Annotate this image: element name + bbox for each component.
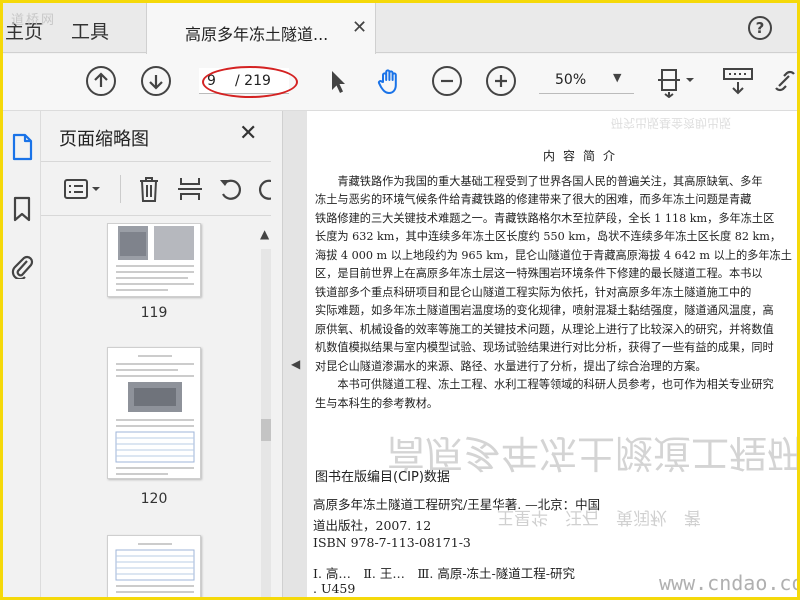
thumbnail-page-number: 119 bbox=[140, 305, 168, 321]
divider bbox=[41, 215, 271, 216]
paragraph-line: 铁道部多个重点科研项目和昆仑山隧道工程实际为依托，针对高原多年冻土隧道施工中的 bbox=[315, 286, 752, 299]
paragraph-line: 区，是目前世界上在高原多年冻土层这一特殊围岩环境条件下修建的最长隧道工程。本书以 bbox=[315, 267, 763, 280]
page-thumbnail[interactable] bbox=[107, 347, 201, 479]
keyboard-scroll-icon[interactable] bbox=[721, 66, 755, 96]
site-watermark: www.cndao.com bbox=[659, 571, 797, 595]
paragraph-line: 原供氧、机械设备的效率等施工的关键技术问题，从理论上进行了比较深入的研究，并将数… bbox=[315, 323, 774, 336]
paragraph-line: 实际难题，如多年冻土隧道围岩温度场的变化规律，喷射混凝土黏结强度，隧道通风温度，… bbox=[315, 304, 774, 317]
paragraph-line: 长度为 632 km，其中连续多年冻土区长度约 550 km，岛状不连续多年冻土… bbox=[315, 230, 782, 243]
chevron-up-icon[interactable]: ▲ bbox=[260, 227, 269, 241]
attachment-icon[interactable] bbox=[9, 251, 35, 279]
select-pointer-icon[interactable] bbox=[323, 66, 353, 96]
tab-document[interactable]: 高原多年冻土隧道... ✕ bbox=[146, 3, 376, 54]
zoom-out-icon[interactable] bbox=[432, 66, 462, 96]
panel-title: 页面缩略图 bbox=[59, 129, 149, 150]
extract-page-icon[interactable] bbox=[177, 175, 203, 203]
left-rail bbox=[3, 111, 41, 597]
hand-tool-icon[interactable] bbox=[375, 66, 405, 96]
cip-line: 道出版社，2007. 12 bbox=[313, 518, 432, 533]
link-icon[interactable] bbox=[773, 66, 797, 96]
scrollbar-track[interactable] bbox=[261, 249, 271, 597]
chevron-down-icon: ▼ bbox=[613, 71, 622, 84]
paragraph-line: 生与本科生的参考教材。 bbox=[315, 397, 439, 410]
page-thumbnail[interactable] bbox=[107, 535, 201, 597]
document-page: 研究出版基金资助出版 内容简介 青藏铁路作为我国的重大基础工程受到了世界各国人民… bbox=[307, 111, 797, 597]
cip-line: . U459 bbox=[313, 581, 356, 596]
paragraph-line: 本书可供隧道工程、冻土工程、水利工程等领域的科研人员参考，也可作为相关专业研究 bbox=[315, 378, 774, 391]
tab-bar: 主页 道桥网 工具 高原多年冻土隧道... ✕ ? bbox=[3, 3, 797, 54]
zoom-in-icon[interactable] bbox=[486, 66, 516, 96]
zoom-select[interactable]: 50% ▼ bbox=[539, 68, 634, 94]
chevron-left-icon[interactable]: ◀ bbox=[291, 357, 300, 371]
paragraph-line: 铁路修建的三大关键技术难题之一。青藏铁路格尔木至拉萨段，全长 1 118 km，… bbox=[315, 212, 775, 225]
app-window: 主页 道桥网 工具 高原多年冻土隧道... ✕ ? 9 / 219 50% ▼ … bbox=[3, 3, 797, 597]
page-thumbnail[interactable] bbox=[107, 223, 201, 297]
paragraph-line: 机数值模拟结果与室内模型试验、现场试验结果进行对比分析，获得了一些有益的成果，同… bbox=[315, 341, 774, 354]
toolbar-separator bbox=[120, 175, 121, 203]
rotate-right-icon[interactable] bbox=[257, 175, 271, 203]
help-icon[interactable]: ? bbox=[748, 16, 772, 40]
scrollbar-thumb[interactable] bbox=[261, 419, 271, 441]
next-page-icon[interactable] bbox=[141, 66, 171, 96]
tab-document-title: 高原多年冻土隧道... bbox=[185, 25, 329, 44]
thumbnail-list: 119 120 bbox=[41, 223, 271, 597]
divider bbox=[41, 161, 271, 162]
thumbnail-page-number: 120 bbox=[140, 491, 168, 507]
cip-heading: 图书在版编目(CIP)数据 bbox=[315, 470, 450, 485]
thumbnail-panel: 页面缩略图 ✕ 119 120 ▲ bbox=[41, 111, 283, 597]
site-watermark-top: 道桥网 bbox=[11, 13, 57, 28]
rotate-left-icon[interactable] bbox=[217, 175, 243, 203]
paragraph-line: 对昆仑山隧道渗漏水的来源、路径、水量进行了分析，提出了综合治理的方案。 bbox=[315, 360, 707, 373]
cip-line: 高原多年冻土隧道工程研究/王星华著. —北京：中国 bbox=[313, 497, 601, 512]
options-menu-icon[interactable] bbox=[63, 177, 105, 201]
zoom-value: 50% bbox=[555, 72, 587, 88]
page-fit-icon[interactable] bbox=[655, 66, 699, 98]
cip-line: Ⅰ. 高… Ⅱ. 王… Ⅲ. 高原-冻土-隧道工程-研究 bbox=[313, 566, 576, 581]
tab-close-icon[interactable]: ✕ bbox=[352, 17, 367, 38]
paragraph-line: 冻土与恶劣的环境气候条件给青藏铁路的修建带来了很大的困难，而多年冻土问题是青藏 bbox=[315, 193, 752, 206]
paragraph-line: 青藏铁路作为我国的重大基础工程受到了世界各国人民的普遍关注，其高原缺氧、多年 bbox=[315, 175, 763, 188]
thumbnail-toolbar bbox=[41, 169, 283, 209]
bookmark-icon[interactable] bbox=[9, 195, 35, 223]
intro-heading: 内容简介 bbox=[543, 149, 624, 163]
delete-icon[interactable] bbox=[137, 175, 161, 203]
tab-tools[interactable]: 工具 bbox=[71, 17, 109, 44]
annotation-oval bbox=[202, 66, 298, 98]
toolbar: 9 / 219 50% ▼ bbox=[3, 54, 797, 111]
panel-collapse-handle[interactable]: ◀ bbox=[283, 111, 307, 597]
ghost-header-text: 研究出版基金资助出版 bbox=[611, 116, 732, 130]
document-view[interactable]: 研究出版基金资助出版 内容简介 青藏铁路作为我国的重大基础工程受到了世界各国人民… bbox=[307, 111, 797, 597]
panel-close-icon[interactable]: ✕ bbox=[239, 121, 257, 146]
cip-line: ISBN 978-7-113-08171-3 bbox=[313, 535, 471, 550]
thumbnail-scrollbar[interactable]: ▲ bbox=[260, 223, 272, 597]
previous-page-icon[interactable] bbox=[86, 66, 116, 96]
page-thumbnails-icon[interactable] bbox=[9, 133, 35, 161]
paragraph-line: 海拔 4 000 m 以上地段约为 965 km，昆仑山隧道位于青藏高原海拔 4… bbox=[315, 249, 792, 262]
